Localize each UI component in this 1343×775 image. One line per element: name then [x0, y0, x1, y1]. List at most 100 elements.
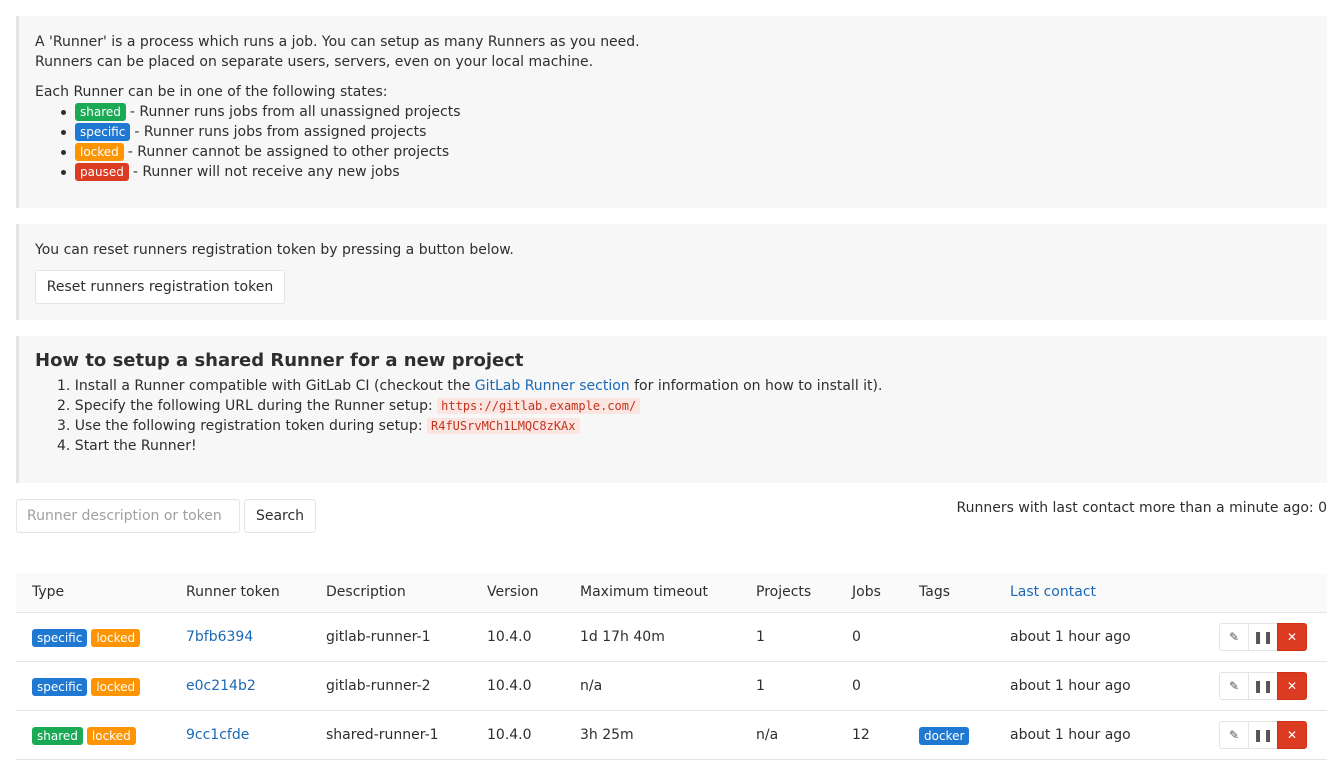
locked-badge: locked — [91, 629, 141, 647]
runners-table-header: Type Runner token Description Version Ma… — [16, 573, 1327, 613]
setup-step-2: 2. Specify the following URL during the … — [57, 396, 882, 416]
runner-projects: 1 — [756, 678, 765, 694]
header-last-contact-sort[interactable]: Last contact — [1010, 582, 1096, 602]
state-item-locked: locked - Runner cannot be assigned to ot… — [61, 142, 450, 162]
runner-timeout: n/a — [580, 678, 603, 694]
pencil-icon: ✎ — [1228, 679, 1240, 693]
bullet-icon — [61, 129, 66, 135]
runner-type: specific locked — [32, 628, 144, 648]
shared-badge: shared — [75, 103, 126, 121]
pause-runner-button[interactable]: ❚❚ — [1248, 672, 1278, 700]
header-projects: Projects — [756, 584, 812, 600]
pause-icon: ❚❚ — [1252, 679, 1274, 693]
runner-last-contact: about 1 hour ago — [1010, 727, 1131, 743]
header-tags: Tags — [919, 584, 950, 600]
remove-runner-button[interactable]: ✕ — [1277, 623, 1307, 651]
intro-line-2: Runners can be placed on separate users,… — [35, 54, 594, 70]
pause-runner-button[interactable]: ❚❚ — [1248, 721, 1278, 749]
header-runner-token: Runner token — [186, 584, 280, 600]
setup-step-4: 4. Start the Runner! — [57, 438, 197, 454]
setup-title: How to setup a shared Runner for a new p… — [35, 350, 524, 371]
table-row: specific locked e0c214b2 gitlab-runner-2 … — [16, 662, 1327, 711]
setup-step-1: 1. Install a Runner compatible with GitL… — [57, 376, 882, 396]
tag-badge: docker — [919, 727, 970, 745]
runner-description: shared-runner-1 — [326, 727, 439, 743]
setup-step-3: 3. Use the following registration token … — [57, 416, 882, 436]
state-description: - Runner will not receive any new jobs — [132, 164, 400, 180]
intro-line-1: A 'Runner' is a process which runs a job… — [35, 34, 640, 50]
gitlab-runner-section-link[interactable]: GitLab Runner section — [475, 378, 630, 394]
header-maximum-timeout: Maximum timeout — [580, 584, 708, 600]
step-text: 2. Specify the following URL during the … — [57, 398, 438, 414]
step-text: for information on how to install it). — [629, 378, 883, 394]
remove-runner-button[interactable]: ✕ — [1277, 721, 1307, 749]
edit-runner-button[interactable]: ✎ — [1219, 672, 1249, 700]
runner-last-contact: about 1 hour ago — [1010, 629, 1131, 645]
runner-info-panel: A 'Runner' is a process which runs a job… — [16, 16, 1327, 208]
runner-token-link[interactable]: 9cc1cfde — [186, 725, 249, 745]
runner-description: gitlab-runner-2 — [326, 678, 431, 694]
last-contact-note: Runners with last contact more than a mi… — [956, 500, 1327, 516]
reset-token-panel: You can reset runners registration token… — [16, 224, 1327, 320]
shared-badge: shared — [32, 727, 83, 745]
runner-version: 10.4.0 — [487, 727, 532, 743]
runner-description: gitlab-runner-1 — [326, 629, 431, 645]
reset-token-text: You can reset runners registration token… — [35, 242, 514, 258]
specific-badge: specific — [75, 123, 131, 141]
runner-version: 10.4.0 — [487, 678, 532, 694]
bullet-icon — [61, 149, 66, 155]
table-row: specific locked 7bfb6394 gitlab-runner-1 … — [16, 613, 1327, 662]
states-title: Each Runner can be in one of the followi… — [35, 84, 388, 100]
runner-token-link[interactable]: 7bfb6394 — [186, 627, 253, 647]
pause-runner-button[interactable]: ❚❚ — [1248, 623, 1278, 651]
close-icon: ✕ — [1286, 728, 1298, 742]
runner-jobs: 0 — [852, 629, 861, 645]
runner-actions: ✎ ❚❚ ✕ — [1219, 623, 1307, 651]
runner-search-input[interactable] — [16, 499, 240, 533]
runner-timeout: 3h 25m — [580, 727, 634, 743]
runner-projects: n/a — [756, 727, 779, 743]
state-item-paused: paused - Runner will not receive any new… — [61, 162, 400, 182]
setup-steps: 1. Install a Runner compatible with GitL… — [57, 376, 882, 456]
runner-version: 10.4.0 — [487, 629, 532, 645]
locked-badge: locked — [91, 678, 141, 696]
runner-jobs: 12 — [852, 727, 870, 743]
pause-icon: ❚❚ — [1252, 728, 1274, 742]
locked-badge: locked — [86, 727, 136, 745]
close-icon: ✕ — [1286, 679, 1298, 693]
reset-token-button[interactable]: Reset runners registration token — [35, 270, 285, 304]
runner-jobs: 0 — [852, 678, 861, 694]
registration-token-code: R4fUSrvMCh1LMQC8zKAx — [427, 418, 580, 434]
header-type: Type — [32, 584, 65, 600]
state-description: - Runner runs jobs from assigned project… — [134, 124, 427, 140]
runner-last-contact: about 1 hour ago — [1010, 678, 1131, 694]
runner-actions: ✎ ❚❚ ✕ — [1219, 672, 1307, 700]
header-version: Version — [487, 584, 539, 600]
edit-runner-button[interactable]: ✎ — [1219, 623, 1249, 651]
state-description: - Runner runs jobs from all unassigned p… — [129, 104, 461, 120]
bullet-icon — [61, 109, 66, 115]
runner-actions: ✎ ❚❚ ✕ — [1219, 721, 1307, 749]
runner-tags: docker — [919, 726, 973, 746]
table-row: shared locked 9cc1cfde shared-runner-1 10… — [16, 711, 1327, 760]
pencil-icon: ✎ — [1228, 630, 1240, 644]
search-button[interactable]: Search — [244, 499, 316, 533]
runner-token-link[interactable]: e0c214b2 — [186, 676, 256, 696]
step-text: 1. Install a Runner compatible with GitL… — [57, 378, 475, 394]
state-item-shared: shared - Runner runs jobs from all unass… — [61, 102, 461, 122]
runner-type: specific locked — [32, 677, 144, 697]
runner-projects: 1 — [756, 629, 765, 645]
header-jobs: Jobs — [852, 584, 881, 600]
edit-runner-button[interactable]: ✎ — [1219, 721, 1249, 749]
step-text: 3. Use the following registration token … — [57, 418, 427, 434]
bullet-icon — [61, 169, 66, 175]
locked-badge: locked — [75, 143, 124, 161]
specific-badge: specific — [32, 629, 88, 647]
runner-type: shared locked — [32, 726, 140, 746]
runner-timeout: 1d 17h 40m — [580, 629, 665, 645]
remove-runner-button[interactable]: ✕ — [1277, 672, 1307, 700]
header-description: Description — [326, 584, 406, 600]
close-icon: ✕ — [1286, 630, 1298, 644]
paused-badge: paused — [75, 163, 129, 181]
state-description: - Runner cannot be assigned to other pro… — [127, 144, 450, 160]
